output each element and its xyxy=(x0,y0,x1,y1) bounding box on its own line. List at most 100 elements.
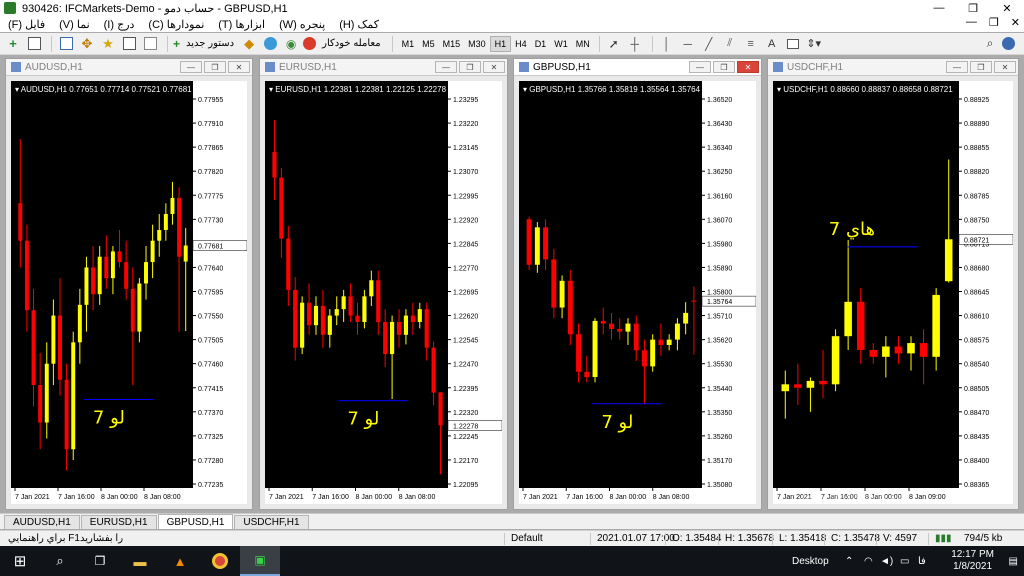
candle-body xyxy=(806,380,815,388)
speaker-icon[interactable]: ◄) xyxy=(880,546,893,576)
search-taskbar-button[interactable]: ⌕ xyxy=(40,546,80,576)
time-label: 7 Jan 16:00 xyxy=(566,494,603,501)
timeframe-mn[interactable]: MN xyxy=(572,36,594,52)
metatrader-taskbar-button[interactable]: ▣ xyxy=(240,546,280,576)
chart-window-buttons: — ❐ ✕ xyxy=(180,61,250,73)
chart-maximize-button[interactable]: ❐ xyxy=(713,61,735,73)
network-icon[interactable]: ◠ xyxy=(864,546,873,576)
timeframe-m30[interactable]: M30 xyxy=(464,36,490,52)
price-label: 0.77235 xyxy=(198,482,223,489)
menu-insert[interactable]: (I) درج xyxy=(104,18,135,31)
timeframe-w1[interactable]: W1 xyxy=(550,36,572,52)
maximize-button[interactable]: ❐ xyxy=(956,0,990,16)
start-button[interactable]: ⊞ xyxy=(0,546,40,576)
channel-button[interactable]: ⫽ xyxy=(721,35,739,53)
mdi-restore-button[interactable]: ❐ xyxy=(989,16,999,29)
chart-minimize-button[interactable]: — xyxy=(946,61,968,73)
tray-chevron-icon[interactable]: ⌃ xyxy=(845,546,853,576)
tab-usdchf[interactable]: USDCHF,H1 xyxy=(234,515,309,529)
menu-file[interactable]: (F) فایل xyxy=(8,18,45,31)
chart-header: ▾ USDCHF,H1 0.88660 0.88837 0.88658 0.88… xyxy=(777,85,953,94)
minimize-button[interactable]: — xyxy=(922,0,956,16)
search-button[interactable]: ⌕ xyxy=(981,35,999,53)
terminal-button[interactable] xyxy=(120,35,138,53)
chart-maximize-button[interactable]: ❐ xyxy=(459,61,481,73)
price-label: 1.35890 xyxy=(707,265,732,272)
chart-minimize-button[interactable]: — xyxy=(435,61,457,73)
chart-canvas[interactable]: ▾ AUDUSD,H1 0.77651 0.77714 0.77521 0.77… xyxy=(11,81,247,504)
close-button[interactable]: ✕ xyxy=(990,0,1024,16)
price-label: 0.88540 xyxy=(964,362,989,369)
chart-close-button[interactable]: ✕ xyxy=(994,61,1016,73)
chart-canvas[interactable]: ▾ USDCHF,H1 0.88660 0.88837 0.88658 0.88… xyxy=(773,81,1013,504)
menu-help[interactable]: (H) کمک xyxy=(339,18,379,31)
tab-gbpusd[interactable]: GBPUSD,H1 xyxy=(157,514,234,529)
arrows-button[interactable]: ⇕▾ xyxy=(805,35,823,53)
chart-canvas[interactable]: ▾ GBPUSD,H1 1.35766 1.35819 1.35564 1.35… xyxy=(519,81,756,504)
vlc-icon: ▲ xyxy=(173,553,187,569)
new-order-button[interactable]: + دستور جدید xyxy=(173,35,237,53)
chrome-button[interactable] xyxy=(200,546,240,576)
chart-window-gbpusd[interactable]: GBPUSD,H1 — ❐ ✕ ▾ GBPUSD,H1 1.35766 1.35… xyxy=(513,58,762,510)
new-chart-button[interactable]: + xyxy=(4,35,22,53)
chart-window-usdchf[interactable]: USDCHF,H1 — ❐ ✕ ▾ USDCHF,H1 0.88660 0.88… xyxy=(767,58,1019,510)
trendline-button[interactable]: ╱ xyxy=(700,35,718,53)
account-button[interactable] xyxy=(999,35,1017,53)
chart-maximize-button[interactable]: ❐ xyxy=(970,61,992,73)
mdi-close-button[interactable]: ✕ xyxy=(1011,16,1020,29)
vlc-button[interactable]: ▲ xyxy=(160,546,200,576)
desktop-toolbar[interactable]: Desktop xyxy=(792,546,829,576)
chrome-icon xyxy=(212,553,228,569)
chart-canvas[interactable]: ▾ EURUSD,H1 1.22381 1.22381 1.22125 1.22… xyxy=(265,81,502,504)
chart-minimize-button[interactable]: — xyxy=(180,61,202,73)
vertical-line-button[interactable]: │ xyxy=(658,35,676,53)
tab-audusd[interactable]: AUDUSD,H1 xyxy=(4,515,80,529)
language-indicator[interactable]: فا xyxy=(918,546,926,576)
taskbar-clock[interactable]: 12:17 PM 1/8/2021 xyxy=(951,549,994,573)
mdi-minimize-button[interactable]: — xyxy=(966,16,977,29)
candle-body xyxy=(38,385,43,423)
chart-close-button[interactable]: ✕ xyxy=(483,61,505,73)
status-traffic: 794/5 kb xyxy=(964,533,1003,544)
menu-window[interactable]: (W) پنجره xyxy=(279,18,325,31)
navigator-button[interactable]: ★ xyxy=(99,35,117,53)
notifications-icon[interactable]: ▤ xyxy=(1009,546,1018,576)
tab-eurusd[interactable]: EURUSD,H1 xyxy=(80,515,157,529)
file-explorer-button[interactable]: ▬ xyxy=(120,546,160,576)
chart-window-title: AUDUSD,H1 — ❐ ✕ xyxy=(6,59,252,76)
price-label: 0.77460 xyxy=(198,362,223,369)
chart-close-button[interactable]: ✕ xyxy=(228,61,250,73)
timeframe-d1[interactable]: D1 xyxy=(531,36,551,52)
timeframe-m15[interactable]: M15 xyxy=(439,36,465,52)
new-order-icon: + xyxy=(173,36,181,51)
profiles-button[interactable] xyxy=(25,35,43,53)
chart-window-eurusd[interactable]: EURUSD,H1 — ❐ ✕ ▾ EURUSD,H1 1.22381 1.22… xyxy=(259,58,508,510)
candle-body xyxy=(633,323,639,351)
signals-button[interactable]: ◉ xyxy=(282,35,300,53)
horizontal-line-button[interactable]: ─ xyxy=(679,35,697,53)
chart-maximize-button[interactable]: ❐ xyxy=(204,61,226,73)
menu-view[interactable]: (V) نما xyxy=(59,18,90,31)
fibonacci-button[interactable]: ≡ xyxy=(742,35,760,53)
chart-close-button[interactable]: ✕ xyxy=(737,61,759,73)
community-button[interactable] xyxy=(261,35,279,53)
menu-charts[interactable]: (C) نمودارها xyxy=(148,18,204,31)
timeframe-h4[interactable]: H4 xyxy=(511,36,531,52)
chart-window-audusd[interactable]: AUDUSD,H1 — ❐ ✕ ▾ AUDUSD,H1 0.77651 0.77… xyxy=(5,58,253,510)
keyboard-icon[interactable]: ▭ xyxy=(900,546,909,576)
text-button[interactable]: A xyxy=(763,35,781,53)
market-watch-button[interactable] xyxy=(57,35,75,53)
task-view-button[interactable]: ❐ xyxy=(80,546,120,576)
cursor-button[interactable]: ➚ xyxy=(605,35,623,53)
label-button[interactable] xyxy=(784,35,802,53)
menu-tools[interactable]: (T) ابزارها xyxy=(218,18,265,31)
timeframe-h1[interactable]: H1 xyxy=(489,35,512,52)
timeframe-m1[interactable]: M1 xyxy=(398,36,419,52)
strategy-tester-button[interactable] xyxy=(141,35,159,53)
crosshair-button[interactable]: ┼ xyxy=(626,35,644,53)
chart-minimize-button[interactable]: — xyxy=(689,61,711,73)
metaeditor-button[interactable]: ◆ xyxy=(240,35,258,53)
timeframe-m5[interactable]: M5 xyxy=(418,36,439,52)
data-window-button[interactable]: ✥ xyxy=(78,35,96,53)
autotrading-button[interactable]: معامله خودکار xyxy=(303,35,383,53)
